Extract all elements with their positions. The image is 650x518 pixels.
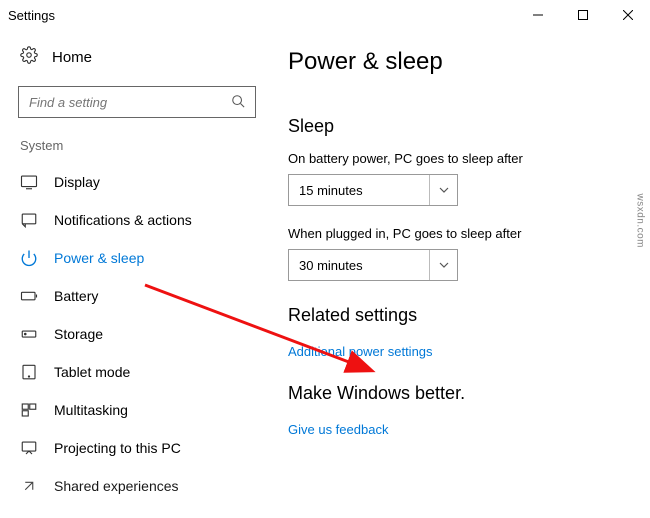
nav-label: Projecting to this PC bbox=[54, 440, 181, 456]
battery-sleep-dropdown[interactable]: 15 minutes bbox=[288, 174, 458, 206]
maximize-button[interactable] bbox=[560, 0, 605, 30]
close-icon bbox=[623, 10, 633, 20]
minimize-icon bbox=[533, 10, 543, 20]
sidebar-item-storage[interactable]: Storage bbox=[18, 315, 252, 353]
nav-label: Tablet mode bbox=[54, 364, 130, 380]
plugged-sleep-dropdown[interactable]: 30 minutes bbox=[288, 249, 458, 281]
sidebar-item-battery[interactable]: Battery bbox=[18, 277, 252, 315]
window-title: Settings bbox=[8, 8, 55, 23]
sidebar: Home System Display Notifica bbox=[0, 30, 260, 518]
search-input[interactable] bbox=[29, 95, 231, 110]
feedback-link[interactable]: Give us feedback bbox=[288, 422, 388, 437]
search-box[interactable] bbox=[18, 86, 256, 118]
projecting-icon bbox=[20, 439, 38, 457]
make-windows-better-heading: Make Windows better. bbox=[288, 383, 622, 404]
tablet-icon bbox=[20, 363, 38, 381]
sidebar-item-power-sleep[interactable]: Power & sleep bbox=[18, 239, 252, 277]
sidebar-item-multitasking[interactable]: Multitasking bbox=[18, 391, 252, 429]
display-icon bbox=[20, 173, 38, 191]
home-label: Home bbox=[52, 49, 92, 66]
sidebar-item-display[interactable]: Display bbox=[18, 163, 252, 201]
multitasking-icon bbox=[20, 401, 38, 419]
window-controls bbox=[515, 0, 650, 30]
sidebar-section-label: System bbox=[18, 138, 252, 153]
notifications-icon bbox=[20, 211, 38, 229]
related-settings-heading: Related settings bbox=[288, 305, 622, 326]
power-icon bbox=[20, 249, 38, 267]
nav-label: Shared experiences bbox=[54, 478, 179, 494]
nav-label: Display bbox=[54, 174, 100, 190]
minimize-button[interactable] bbox=[515, 0, 560, 30]
nav-label: Battery bbox=[54, 288, 98, 304]
watermark: wsxdn.com bbox=[635, 193, 646, 248]
battery-icon bbox=[20, 287, 38, 305]
shared-icon bbox=[20, 477, 38, 495]
page-title: Power & sleep bbox=[288, 48, 622, 76]
nav-label: Power & sleep bbox=[54, 250, 144, 266]
close-button[interactable] bbox=[605, 0, 650, 30]
titlebar: Settings bbox=[0, 0, 650, 30]
search-icon bbox=[231, 94, 245, 111]
sleep-heading: Sleep bbox=[288, 116, 622, 137]
maximize-icon bbox=[578, 10, 588, 20]
nav-label: Storage bbox=[54, 326, 103, 342]
nav-label: Notifications & actions bbox=[54, 212, 192, 228]
nav-list: Display Notifications & actions Power & … bbox=[18, 163, 252, 505]
sidebar-item-notifications[interactable]: Notifications & actions bbox=[18, 201, 252, 239]
plugged-sleep-value: 30 minutes bbox=[299, 258, 363, 273]
main-panel: Power & sleep Sleep On battery power, PC… bbox=[260, 30, 650, 518]
battery-sleep-value: 15 minutes bbox=[299, 183, 363, 198]
sidebar-item-tablet-mode[interactable]: Tablet mode bbox=[18, 353, 252, 391]
nav-label: Multitasking bbox=[54, 402, 128, 418]
battery-sleep-label: On battery power, PC goes to sleep after bbox=[288, 151, 622, 166]
chevron-down-icon bbox=[429, 250, 457, 280]
home-button[interactable]: Home bbox=[18, 40, 252, 86]
plugged-sleep-label: When plugged in, PC goes to sleep after bbox=[288, 226, 622, 241]
additional-power-settings-link[interactable]: Additional power settings bbox=[288, 344, 433, 359]
gear-icon bbox=[20, 46, 38, 68]
storage-icon bbox=[20, 325, 38, 343]
sidebar-item-shared-experiences[interactable]: Shared experiences bbox=[18, 467, 252, 505]
sidebar-item-projecting[interactable]: Projecting to this PC bbox=[18, 429, 252, 467]
chevron-down-icon bbox=[429, 175, 457, 205]
